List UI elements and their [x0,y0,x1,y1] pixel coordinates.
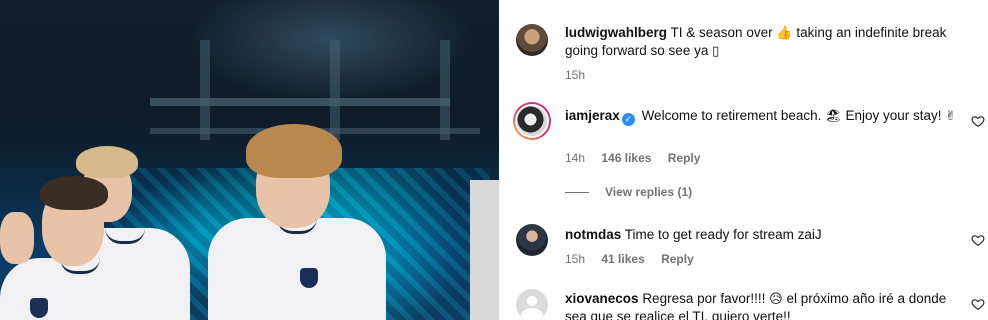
comment-text: xiovanecos Regresa por favor!!!! 😥 el pr… [565,290,965,320]
default-avatar-body [521,308,543,320]
replies-divider [565,192,589,194]
comment-time[interactable]: 15h [565,252,585,266]
verified-badge-icon: ✓ [621,113,635,126]
beach-emoji: 🏖 [825,108,842,123]
arena-post [440,40,450,140]
victory-hand-emoji: ✌ [945,108,957,123]
comment-likes[interactable]: 41 likes [601,252,644,266]
comment-time[interactable]: 15h [565,68,585,82]
reply-button[interactable]: Reply [668,151,701,165]
waving-hand [0,212,34,264]
comment-meta: 14h 146 likes Reply [565,151,713,165]
view-replies-button[interactable]: View replies (1) [565,185,692,199]
heart-icon[interactable] [971,114,985,128]
avatar[interactable] [516,224,548,256]
comment-username[interactable]: iamjerax [565,108,620,123]
comment-text: notmdas Time to get ready for stream zai… [565,226,965,244]
comment-likes[interactable]: 146 likes [601,151,651,165]
avatar[interactable] [516,289,548,320]
comment-body: TI & season over [670,25,773,40]
comments-panel: ludwigwahlberg TI & season over 👍 taking… [499,0,988,320]
missing-glyph-emoji: ▯ [712,43,720,58]
comment-meta: 15h 41 likes Reply [565,252,707,266]
comment-text: ludwigwahlberg TI & season over 👍 taking… [565,24,965,60]
stage-ledge [470,180,499,320]
heart-icon[interactable] [971,233,985,247]
arena-post [200,40,210,140]
comment-text: iamjerax ✓ Welcome to retirement beach. 🏖… [565,107,965,126]
comment-body: Time to get ready for stream zaiJ [624,227,822,242]
comment-username[interactable]: xiovanecos [565,291,639,306]
arena-railing [150,98,450,106]
comment-username[interactable]: ludwigwahlberg [565,25,667,40]
view-replies-label[interactable]: View replies (1) [605,185,692,199]
reply-button[interactable]: Reply [661,252,694,266]
avatar [515,104,549,138]
post-photo [0,0,499,320]
comment-meta: 15h [565,68,598,82]
comment-username[interactable]: notmdas [565,227,621,242]
sad-face-emoji: 😥 [769,291,783,306]
arena-post [330,40,340,140]
default-avatar-head [527,296,537,306]
comment-body: Regresa por favor!!!! [642,291,766,306]
comment-body-cont: Enjoy your stay! [845,108,942,123]
heart-icon[interactable] [971,297,985,311]
comment-time[interactable]: 14h [565,151,585,165]
thumbs-up-emoji: 👍 [776,25,793,40]
comment-body: Welcome to retirement beach. [641,108,822,123]
avatar[interactable] [516,24,548,56]
avatar-story-ring[interactable] [513,102,551,140]
